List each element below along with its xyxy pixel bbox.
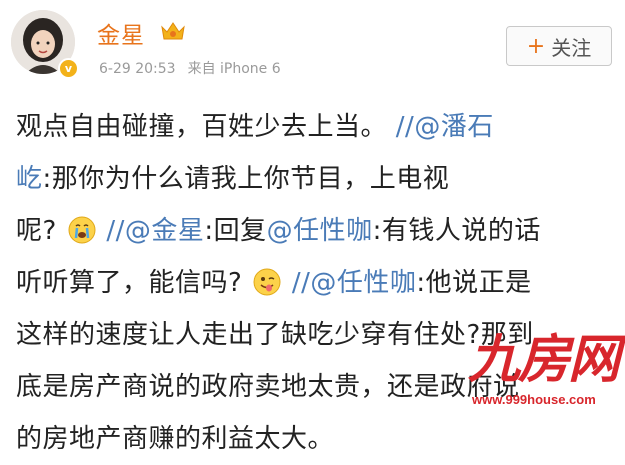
post-text: 听听算了，能信吗?: [16, 268, 243, 298]
mention-link[interactable]: @潘石: [414, 112, 494, 142]
post-text: :回复: [204, 216, 267, 246]
mention-link[interactable]: @任性咖: [267, 216, 373, 246]
post-line-1: 观点自由碰撞，百姓少去上当。 //@潘石: [16, 101, 616, 153]
post-text: :有钱人说的话: [372, 216, 541, 246]
post-line-7: 的房地产商赚的利益太大。: [16, 424, 335, 454]
tongue-wink-emoji-icon: [253, 268, 281, 296]
user-name[interactable]: 金星: [97, 16, 145, 50]
plus-icon: +: [526, 33, 546, 59]
source-label: 来自 iPhone 6: [187, 61, 281, 77]
post-text: :他说正是: [416, 268, 532, 298]
crying-emoji-icon: [68, 216, 96, 244]
post-line-3: 呢? //@金星:回复@任性咖:有钱人说的话: [16, 205, 616, 257]
follow-label: 关注: [551, 35, 592, 60]
repost-slash: //: [106, 216, 125, 246]
post-line-5: 这样的速度让人走出了缺吃少穿有住处?那到: [16, 320, 534, 350]
post-line-2: 屹:那你为什么请我上你节目，上电视: [16, 153, 616, 205]
post-text: 呢?: [16, 216, 57, 246]
mention-link[interactable]: @任性咖: [310, 268, 416, 298]
post-text: :那你为什么请我上你节目，上电视: [42, 164, 450, 194]
post-text: 观点自由碰撞，百姓少去上当。: [16, 112, 388, 142]
post-meta: 6-29 20:53 来自 iPhone 6: [99, 58, 281, 78]
mention-link[interactable]: @金星: [125, 216, 205, 246]
crown-icon: [161, 22, 185, 40]
repost-slash: //: [291, 268, 311, 298]
repost-slash: //: [395, 112, 415, 142]
post-line-6: 底是房产商说的政府卖地太贵，还是政府说: [16, 372, 520, 402]
timestamp: 6-29 20:53: [99, 61, 176, 77]
follow-button[interactable]: + 关注: [506, 26, 612, 66]
verified-badge-icon: v: [58, 58, 79, 79]
post-body: 观点自由碰撞，百姓少去上当。 //@潘石 屹:那你为什么请我上你节目，上电视 呢…: [16, 101, 616, 465]
post-line-4: 听听算了，能信吗? //@任性咖:他说正是: [16, 257, 616, 309]
mention-link[interactable]: 屹: [16, 164, 43, 194]
